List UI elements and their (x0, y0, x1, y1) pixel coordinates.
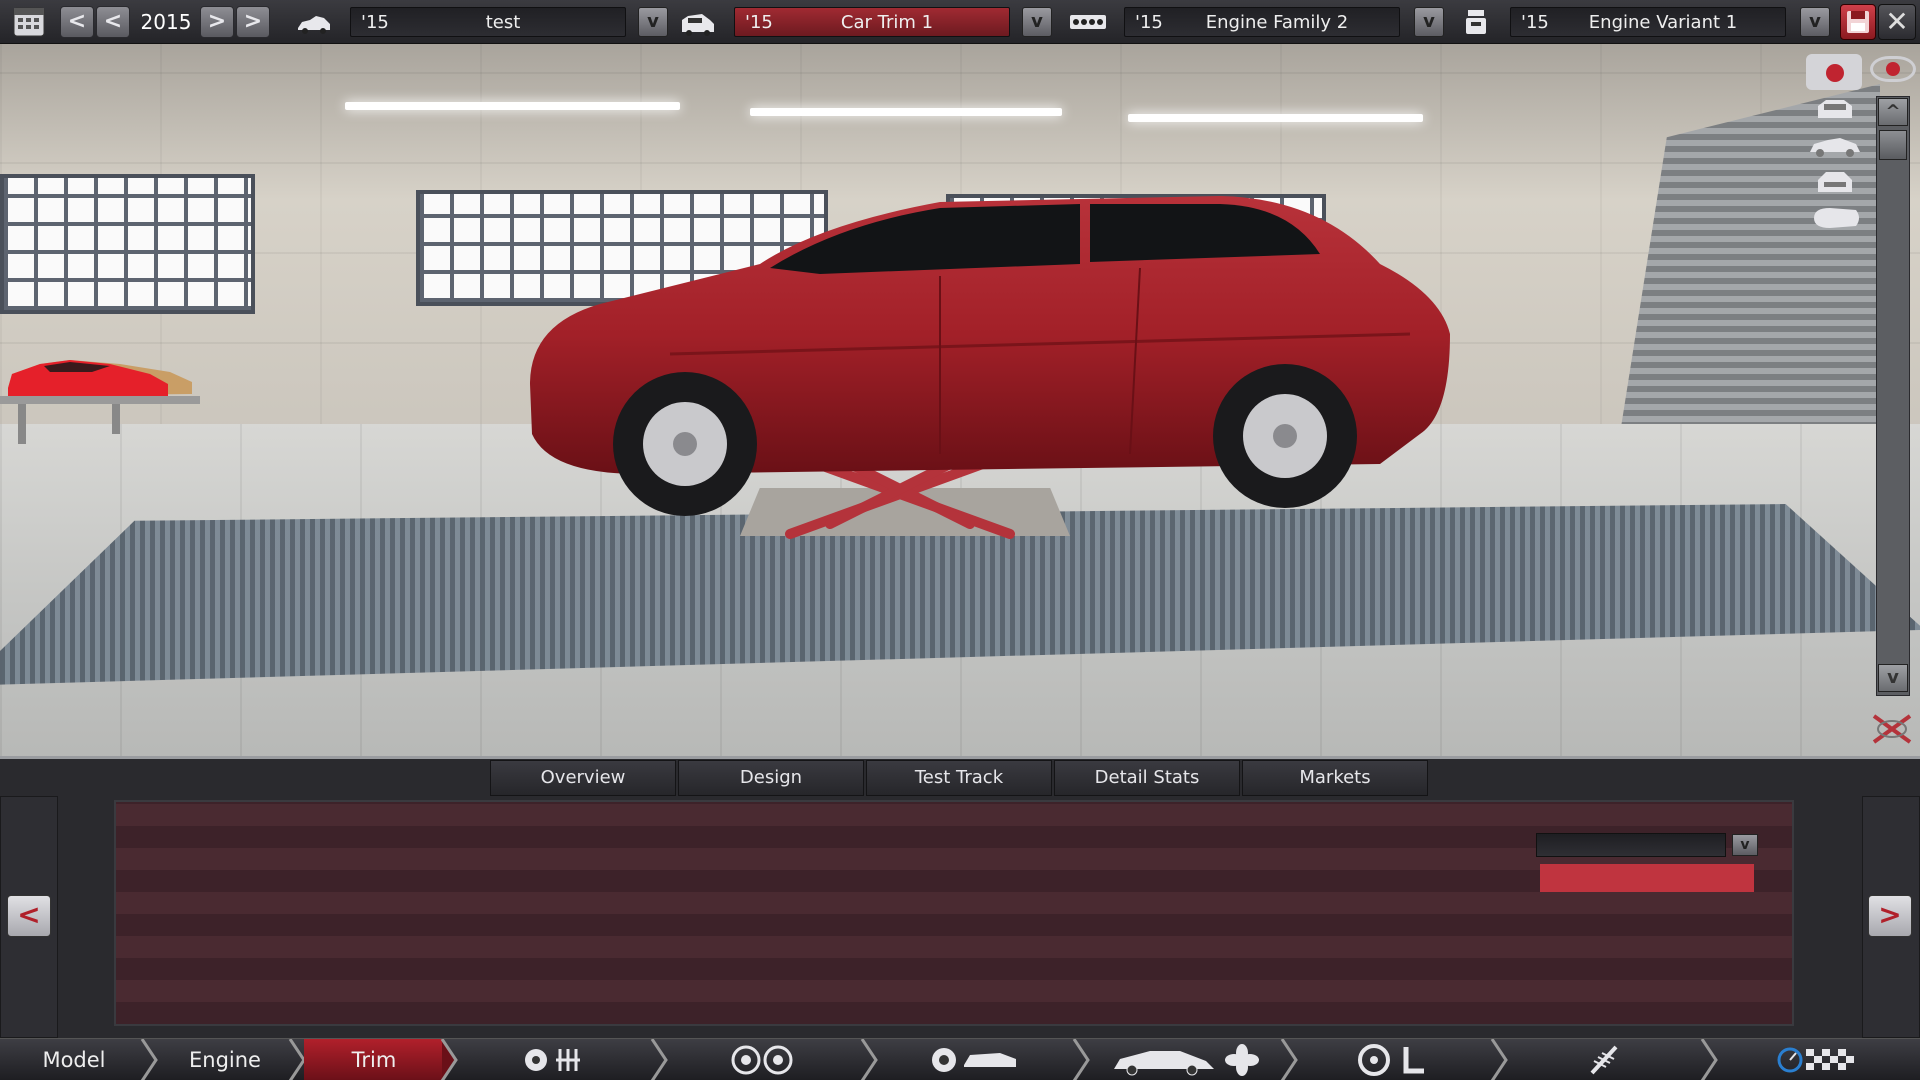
panel-dropdown[interactable] (1536, 833, 1726, 857)
engine-variant-year: '15 (1521, 12, 1549, 33)
scroll-up-button[interactable]: ^ (1878, 98, 1908, 126)
year-next-button[interactable]: > (200, 6, 234, 38)
engine-variant-select[interactable]: '15 Engine Variant 1 (1510, 7, 1786, 37)
tab-detail-stats[interactable]: Detail Stats (1054, 760, 1240, 796)
car-trim-icon (682, 14, 714, 36)
year-prev-button[interactable]: < (96, 6, 130, 38)
ceiling-light (1128, 114, 1423, 122)
model-dropdown-button[interactable]: v (638, 7, 668, 37)
view-rear-icon[interactable] (1800, 166, 1870, 198)
ceiling-light (345, 102, 680, 110)
chevron-right-icon (440, 1039, 458, 1080)
tab-design[interactable]: Design (678, 760, 864, 796)
test-finish-icon[interactable] (1776, 1043, 1866, 1077)
calendar-icon[interactable] (8, 6, 50, 38)
model-name: test (485, 12, 521, 33)
body-cooling-icon[interactable] (1110, 1043, 1260, 1077)
rotate-icon[interactable] (1870, 712, 1914, 746)
close-button[interactable]: ✕ (1878, 4, 1916, 40)
interior-icon[interactable] (1354, 1043, 1434, 1077)
trim-name: Car Trim 1 (840, 12, 934, 33)
panel-dropdown-button[interactable]: v (1732, 834, 1758, 856)
panel-next-button[interactable]: > (1868, 895, 1912, 937)
scroll-down-button[interactable]: v (1878, 664, 1908, 692)
chevron-right-icon (1072, 1039, 1090, 1080)
panel-prev-button[interactable]: < (7, 895, 51, 937)
clay-model-car (0, 360, 200, 444)
model-year: '15 (361, 12, 389, 33)
view-front-icon[interactable] (1800, 94, 1870, 126)
engine-family-name: Engine Family 2 (1205, 12, 1349, 33)
suspension-icon[interactable] (1580, 1043, 1630, 1077)
year-prev-fast-button[interactable]: < (60, 6, 94, 38)
chevron-right-icon (1490, 1039, 1508, 1080)
chevron-right-icon (1700, 1039, 1718, 1080)
eye-icon[interactable] (1870, 56, 1916, 82)
engine-family-icon (1070, 15, 1106, 29)
panel-dropdown-option[interactable] (1540, 864, 1754, 892)
close-icon: ✕ (1885, 5, 1909, 38)
save-button[interactable] (1840, 4, 1876, 40)
tab-markets[interactable]: Markets (1242, 760, 1428, 796)
tab-test-track[interactable]: Test Track (866, 760, 1052, 796)
engine-family-year: '15 (1135, 12, 1163, 33)
view-top-icon[interactable] (1800, 202, 1870, 234)
workflow-bar: Model Engine Trim (0, 1038, 1920, 1080)
view-side-icon[interactable] (1800, 130, 1870, 162)
camera-icon[interactable] (1806, 54, 1862, 90)
model-select[interactable]: '15 test (350, 7, 626, 37)
viewport-scrollbar[interactable] (1876, 96, 1910, 696)
engine-variant-dropdown-button[interactable]: v (1800, 7, 1830, 37)
panel-tabs: Overview Design Test Track Detail Stats … (490, 760, 1428, 796)
save-icon (1847, 11, 1869, 33)
trim-year: '15 (745, 12, 773, 33)
wheels-icon[interactable] (728, 1043, 798, 1077)
step-model[interactable]: Model (0, 1039, 148, 1080)
car-3d-viewport[interactable] (0, 44, 1920, 756)
engine-family-select[interactable]: '15 Engine Family 2 (1124, 7, 1400, 37)
year-next-fast-button[interactable]: > (236, 6, 270, 38)
scroll-thumb[interactable] (1879, 130, 1907, 160)
garage-window (0, 174, 255, 314)
ceiling-light (750, 108, 1062, 116)
step-trim[interactable]: Trim (304, 1039, 444, 1080)
trim-select[interactable]: '15 Car Trim 1 (734, 7, 1010, 37)
automation-car-designer: < < 2015 > > '15 test v '15 Car Trim 1 v (0, 0, 1920, 1080)
step-engine[interactable]: Engine (156, 1039, 294, 1080)
chevron-right-icon (860, 1039, 878, 1080)
tab-overview[interactable]: Overview (490, 760, 676, 796)
brakes-aero-icon[interactable] (930, 1043, 1020, 1077)
year-display: 2015 (140, 10, 192, 34)
engine-variant-name: Engine Variant 1 (1588, 12, 1738, 33)
engine-variant-icon (1466, 10, 1486, 34)
car-model-3d (530, 196, 1450, 516)
chevron-right-icon (1280, 1039, 1298, 1080)
trim-dropdown-button[interactable]: v (1022, 7, 1052, 37)
chevron-right-icon (650, 1039, 668, 1080)
engine-family-dropdown-button[interactable]: v (1414, 7, 1444, 37)
car-model-icon (298, 16, 330, 34)
gearbox-icon[interactable] (520, 1043, 590, 1077)
top-toolbar: < < 2015 > > '15 test v '15 Car Trim 1 v (0, 0, 1920, 44)
